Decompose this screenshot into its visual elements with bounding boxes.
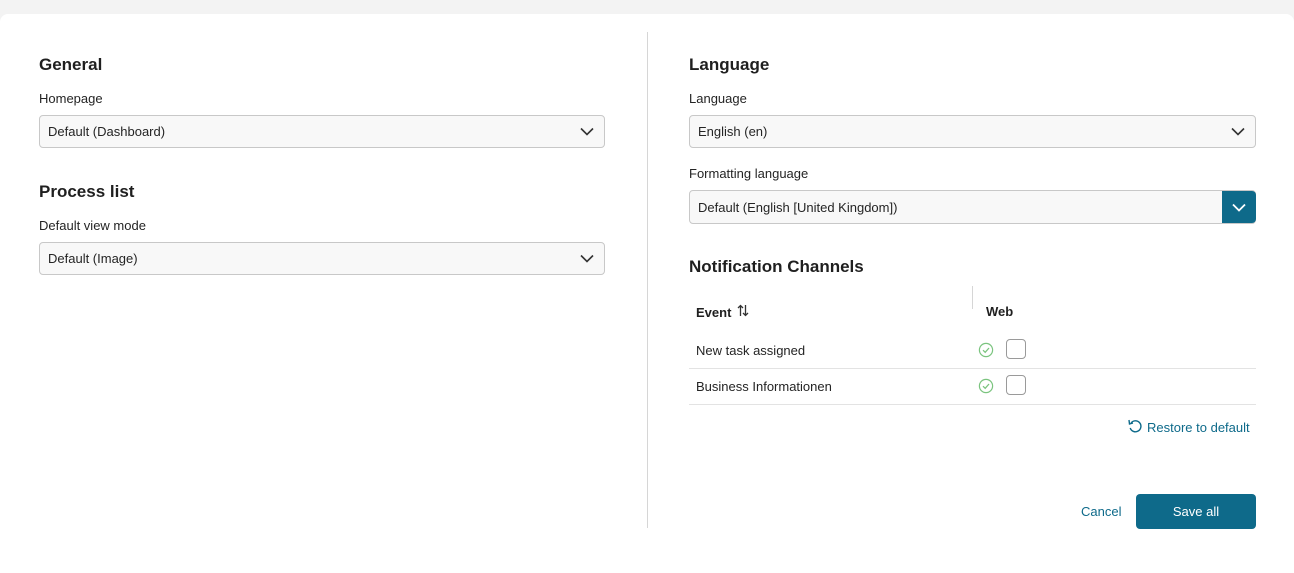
check-circle-icon xyxy=(978,378,994,394)
event-name: Business Informationen xyxy=(696,379,832,394)
table-row: New task assigned xyxy=(689,333,1256,369)
chevron-down-icon xyxy=(570,116,604,147)
notification-table-header: Event Web xyxy=(689,286,1256,322)
chevron-down-icon[interactable] xyxy=(1222,191,1256,223)
restore-label: Restore to default xyxy=(1147,420,1250,435)
header-separator xyxy=(972,286,973,309)
homepage-label: Homepage xyxy=(39,91,103,106)
process-list-section-title: Process list xyxy=(39,182,135,201)
sort-icon[interactable] xyxy=(737,304,749,320)
view-mode-value: Default (Image) xyxy=(48,251,138,266)
column-divider xyxy=(647,32,648,528)
language-section-title: Language xyxy=(689,55,770,74)
view-mode-label: Default view mode xyxy=(39,218,146,233)
view-mode-select[interactable]: Default (Image) xyxy=(39,242,605,275)
restore-to-default-link[interactable]: Restore to default xyxy=(1127,418,1250,437)
event-name: New task assigned xyxy=(696,343,806,358)
formatting-language-select[interactable]: Default (English [United Kingdom]) xyxy=(689,190,1256,224)
cancel-button[interactable]: Cancel xyxy=(1081,504,1121,519)
web-checkbox[interactable] xyxy=(1006,339,1026,359)
general-section-title: General xyxy=(39,55,103,74)
notification-channels-title: Notification Channels xyxy=(689,257,864,276)
formatting-language-value: Default (English [United Kingdom]) xyxy=(698,199,898,215)
web-column-header: Web xyxy=(986,304,1014,319)
save-all-button[interactable]: Save all xyxy=(1136,494,1256,529)
chevron-down-icon xyxy=(1221,116,1255,147)
language-select[interactable]: English (en) xyxy=(689,115,1256,148)
language-label: Language xyxy=(689,91,747,106)
formatting-language-label: Formatting language xyxy=(689,166,809,181)
check-circle-icon xyxy=(978,342,994,358)
language-value: English (en) xyxy=(698,124,768,139)
table-row: Business Informationen xyxy=(689,369,1256,405)
homepage-value: Default (Dashboard) xyxy=(48,124,166,139)
event-column-label: Event xyxy=(696,304,732,320)
undo-icon xyxy=(1127,418,1143,437)
homepage-select[interactable]: Default (Dashboard) xyxy=(39,115,605,148)
web-checkbox[interactable] xyxy=(1006,375,1026,395)
chevron-down-icon xyxy=(570,243,604,274)
event-column-header[interactable]: Event xyxy=(696,304,749,320)
